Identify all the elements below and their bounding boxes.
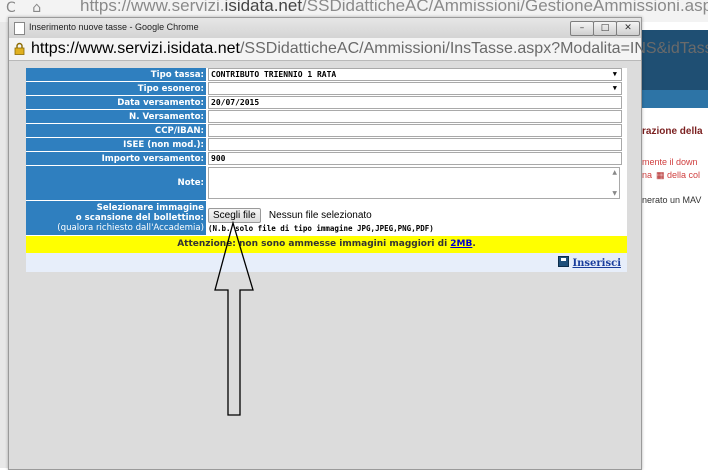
background-left-strip — [0, 22, 8, 468]
lock-icon — [14, 42, 25, 55]
window-title: Inserimento nuove tasse - Google Chrome — [29, 22, 199, 32]
label-n-versamento: N. Versamento: — [26, 109, 206, 124]
row-tipo-esonero: Tipo esonero: ▼ — [26, 81, 627, 96]
tax-form: Tipo tassa: CONTRIBUTO TRIENNIO 1 RATA ▼ … — [26, 68, 627, 236]
close-button[interactable]: ✕ — [616, 21, 640, 36]
background-url-host: isidata.net — [224, 0, 303, 15]
note-textarea[interactable]: ▲ ▼ — [208, 167, 620, 199]
background-text-2: mente il down — [642, 157, 698, 167]
label-isee: ISEE (non mod.): — [26, 137, 206, 152]
label-ccp-iban: CCP/IBAN: — [26, 123, 206, 138]
row-importo: Importo versamento: 900 — [26, 151, 627, 166]
row-upload: Selezionare immagine o scansione del bol… — [26, 200, 627, 236]
popup-url-host: https://www.servizi.isidata.net — [31, 40, 240, 57]
choose-file-button[interactable]: Scegli file — [208, 208, 261, 223]
upload-label-line-2: o scansione del bollettino: — [75, 213, 204, 223]
page-icon — [14, 22, 25, 35]
tax-form-panel: Tipo tassa: CONTRIBUTO TRIENNIO 1 RATA ▼ … — [26, 68, 627, 272]
size-warning: Attenzione: non sono ammesse immagini ma… — [26, 236, 627, 253]
tipo-esonero-select[interactable]: ▼ — [208, 82, 622, 95]
size-limit-link[interactable]: 2MB — [450, 239, 472, 249]
label-data-versamento: Data versamento: — [26, 95, 206, 110]
row-data-versamento: Data versamento: 20/07/2015 — [26, 95, 627, 110]
row-note: Note: ▲ ▼ — [26, 165, 627, 201]
upload-label-line-1: Selezionare immagine — [96, 203, 204, 213]
background-text-1: razione della — [642, 126, 703, 137]
background-nav-icons: C ⌂ — [6, 0, 48, 16]
background-subheader — [640, 90, 708, 108]
save-bar: Inserisci — [26, 253, 627, 272]
maximize-button[interactable]: □ — [593, 21, 617, 36]
row-n-versamento: N. Versamento: — [26, 109, 627, 124]
floppy-disk-icon — [558, 256, 570, 267]
background-url: https://www.servizi.isidata.net/SSDidatt… — [80, 0, 708, 16]
row-ccp-iban: CCP/IBAN: — [26, 123, 627, 138]
popup-content: Tipo tassa: CONTRIBUTO TRIENNIO 1 RATA ▼ … — [9, 61, 641, 469]
scroll-down-icon[interactable]: ▼ — [612, 190, 617, 197]
dropdown-arrow-icon: ▼ — [612, 84, 617, 92]
insert-button-label: Inserisci — [572, 258, 621, 269]
background-url-path: /SSDidatticheAC/Ammissioni/GestioneAmmis… — [302, 0, 708, 15]
popup-url: https://www.servizi.isidata.net/SSDidatt… — [31, 40, 708, 58]
popup-address-bar[interactable]: https://www.servizi.isidata.net/SSDidatt… — [9, 38, 708, 61]
tipo-tassa-select[interactable]: CONTRIBUTO TRIENNIO 1 RATA ▼ — [208, 68, 622, 81]
insert-button[interactable]: Inserisci — [558, 256, 621, 269]
warning-text: Attenzione: non sono ammesse immagini ma… — [177, 239, 451, 249]
background-text-4: della col — [667, 170, 701, 180]
file-type-hint: (N.b. solo file di tipo immagine JPG,JPE… — [208, 224, 434, 233]
isee-input[interactable] — [208, 138, 622, 151]
data-versamento-input[interactable]: 20/07/2015 — [208, 96, 622, 109]
row-isee: ISEE (non mod.): — [26, 137, 627, 152]
pdf-icon: ▦ — [656, 170, 665, 180]
label-importo: Importo versamento: — [26, 151, 206, 166]
popup-url-path: /SSDidatticheAC/Ammissioni/InsTasse.aspx… — [239, 40, 708, 57]
no-file-text: Nessun file selezionato — [268, 210, 372, 221]
n-versamento-input[interactable] — [208, 110, 622, 123]
tipo-tassa-value: CONTRIBUTO TRIENNIO 1 RATA — [211, 70, 337, 79]
background-text-3: na — [642, 170, 653, 180]
upload-label-line-3: (qualora richiesto dall'Accademia) — [57, 223, 204, 233]
importo-input[interactable]: 900 — [208, 152, 622, 165]
popup-window: Inserimento nuove tasse - Google Chrome … — [8, 17, 708, 470]
minimize-button[interactable]: – — [570, 21, 594, 36]
background-header — [640, 30, 708, 90]
warning-suffix: . — [472, 239, 476, 249]
scroll-up-icon[interactable]: ▲ — [612, 169, 617, 176]
background-text-5[interactable]: nerato un MAV — [642, 195, 701, 205]
label-upload: Selezionare immagine o scansione del bol… — [26, 200, 206, 236]
popup-titlebar[interactable]: Inserimento nuove tasse - Google Chrome … — [9, 18, 641, 38]
dropdown-arrow-icon: ▼ — [612, 70, 617, 78]
background-url-prefix: https://www.servizi. — [80, 0, 225, 15]
label-note: Note: — [26, 165, 206, 201]
ccp-iban-input[interactable] — [208, 124, 622, 137]
label-tipo-esonero: Tipo esonero: — [26, 81, 206, 96]
row-tipo-tassa: Tipo tassa: CONTRIBUTO TRIENNIO 1 RATA ▼ — [26, 68, 627, 82]
label-tipo-tassa: Tipo tassa: — [26, 68, 206, 82]
